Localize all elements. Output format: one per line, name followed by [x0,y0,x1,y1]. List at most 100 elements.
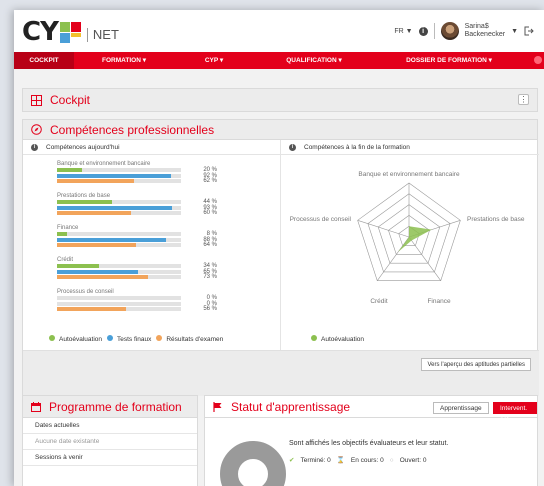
bar-group: Crédit 34 % 65 % 73 % [57,256,257,281]
list-item[interactable]: Sessions à venir [23,450,197,466]
bar-track [57,269,181,274]
statut-summary: ✔ Terminé: 0 ⌛ En cours: 0 ○ Ouvert: 0 [289,456,427,465]
status-donut [220,441,286,486]
bar-track [57,173,181,178]
user-last-name: Backenecker [464,31,506,38]
nav-qualification[interactable]: QUALIFICATION ▾ [254,52,374,69]
bar-group-label: Crédit [57,257,74,263]
bar [57,211,132,215]
competences-header: Compétences professionnelles [23,120,537,140]
bar-group: Prestations de base 44 % 93 % 60 % [57,192,257,217]
language-select[interactable]: FR ▼ [394,28,412,35]
logout-icon[interactable] [524,26,534,36]
today-section: i Compétences aujourd'hui Banque et envi… [23,140,281,350]
info-icon[interactable]: i [31,143,38,151]
aptitudes-link-button[interactable]: Vers l'aperçu des aptitudes partielles [421,358,531,371]
cockpit-header: Cockpit [23,89,537,111]
flag-icon [213,401,222,412]
bar-track [57,168,181,172]
bar-track [57,301,181,306]
calendar-icon [31,401,41,412]
legend-dot-orange [156,335,163,341]
cockpit-panel: Cockpit ⋮ [22,88,538,112]
radar-axis-label: Crédit [370,298,388,305]
bar-track [57,200,181,204]
bar-value-label: 60 % [203,210,217,216]
bar-track [57,237,181,242]
bar-group-label: Banque et environnement bancaire [57,161,151,167]
bar-group: Banque et environnement bancaire 20 % 92 %… [57,160,257,185]
info-icon[interactable]: i [289,143,296,151]
user-name[interactable]: Sarina$ Backenecker [465,23,505,39]
user-menu-chevron-icon[interactable]: ▼ [511,28,518,35]
open-count: Ouvert: 0 [399,456,427,464]
legend-dot-green [311,335,317,341]
bar-group: Processus de conseil 0 % 0 % 56 % [57,288,257,313]
circle-icon: ○ [389,456,394,464]
end-header: i Compétences à la fin de la formation [281,140,539,155]
radar-axis-label: Prestations de base [467,216,525,223]
bar-value-label: 62 % [203,178,217,184]
hourglass-icon: ⌛ [336,457,345,464]
list-item: Aucune date existante [23,434,197,450]
nav-formation[interactable]: FORMATION ▾ [74,52,174,69]
tab-intervent[interactable]: Intervent. act. [493,402,537,423]
radar-axis [408,236,441,281]
bar-track [57,243,181,247]
logo-product: NET [86,28,119,42]
today-title: Compétences aujourd'hui [46,143,120,151]
app-logo[interactable]: CY NET [22,19,119,45]
legend-label: Tests finaux [117,336,152,343]
legend-dot-green [49,335,55,341]
statut-title: Statut d'apprentissage [231,399,351,414]
end-section: i Compétences à la fin de la formation B… [281,140,539,350]
today-header: i Compétences aujourd'hui [23,140,280,155]
legend-item: Autoévaluation [49,335,102,343]
bar-track [57,179,181,183]
legend-label: Autoévaluation [321,336,365,343]
bar [57,264,100,268]
bar [57,275,148,279]
cockpit-title: Cockpit [50,93,91,107]
kebab-menu-button[interactable]: ⋮ [518,94,529,105]
list-item[interactable]: Dates actuelles [23,418,197,434]
nav-cockpit[interactable]: COCKPIT [14,52,74,69]
bar [57,237,167,242]
bar-track [57,205,181,210]
check-icon: ✔ [289,457,295,464]
bar-track [57,307,181,311]
tab-apprentissage[interactable]: Apprentissage [433,402,489,414]
divider [433,23,435,39]
bar [57,173,172,178]
bar [57,243,137,247]
radar-legend: Autoévaluation [311,335,364,343]
top-bar: CY NET FR ▼ i Sarina$ Backenecker ▼ [14,10,544,52]
bar-track [57,296,181,300]
statut-description: Sont affichés les objectifs évaluateurs … [289,440,449,447]
legend-label: Autoévaluation [59,336,103,343]
bar [57,307,127,311]
bar-track [57,211,181,215]
notification-icon[interactable] [534,56,542,64]
competences-title: Compétences professionnelles [50,122,215,137]
avatar[interactable] [440,22,459,40]
done-count: Terminé: 0 [300,456,331,464]
bar-value-label: 73 % [203,274,217,280]
programme-panel: Programme de formation Dates actuelles A… [22,395,198,486]
competences-panel: Compétences professionnelles i Compétenc… [22,119,539,396]
bar [57,205,173,210]
bar [57,179,134,183]
bar [57,269,138,274]
ongoing-count: En cours: 0 [350,456,384,464]
nav-dossier[interactable]: DOSSIER DE FORMATION ▾ [374,52,524,69]
bar-track [57,232,181,236]
nav-cyp[interactable]: CYP ▾ [174,52,254,69]
bar-legend: Autoévaluation Tests finaux Résultats d'… [49,335,223,343]
programme-header: Programme de formation [23,396,197,418]
bar-group: Finance 8 % 88 % 64 % [57,224,257,249]
compass-icon [31,124,42,135]
bar-track [57,275,181,279]
bar-group-label: Processus de conseil [57,289,114,295]
info-icon[interactable]: i [418,26,428,36]
end-title: Compétences à la fin de la formation [304,143,410,151]
